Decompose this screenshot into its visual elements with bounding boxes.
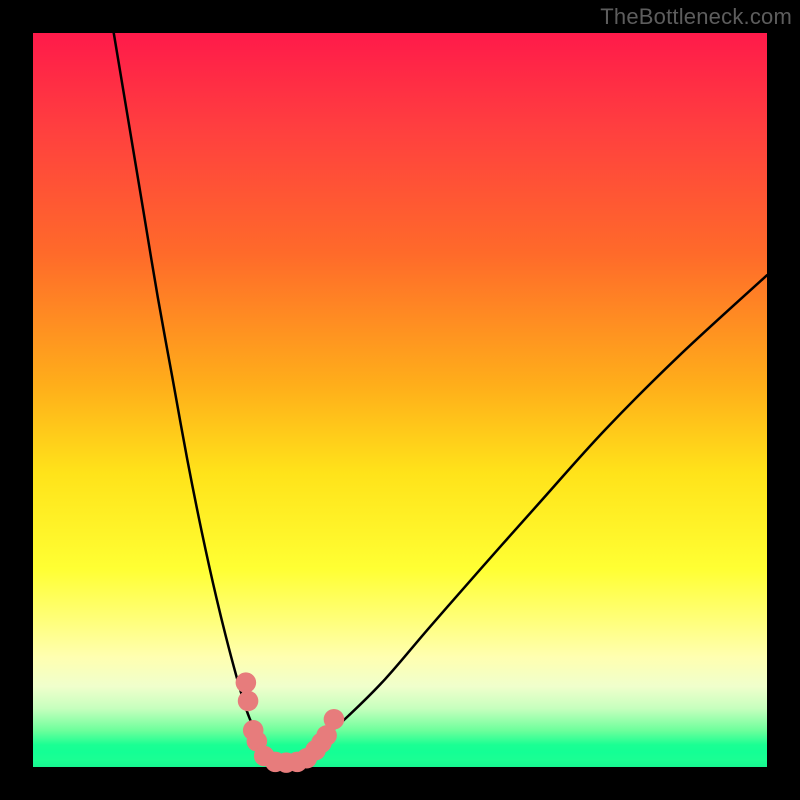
marker-dot <box>236 672 257 693</box>
chart-frame: TheBottleneck.com <box>0 0 800 800</box>
curve-right-arm <box>283 275 767 763</box>
chart-svg <box>33 33 767 767</box>
marker-dot <box>238 691 259 712</box>
attribution-text: TheBottleneck.com <box>600 4 792 30</box>
curve-left-arm <box>114 33 283 763</box>
marker-dots <box>236 672 345 773</box>
marker-dot <box>324 709 345 730</box>
